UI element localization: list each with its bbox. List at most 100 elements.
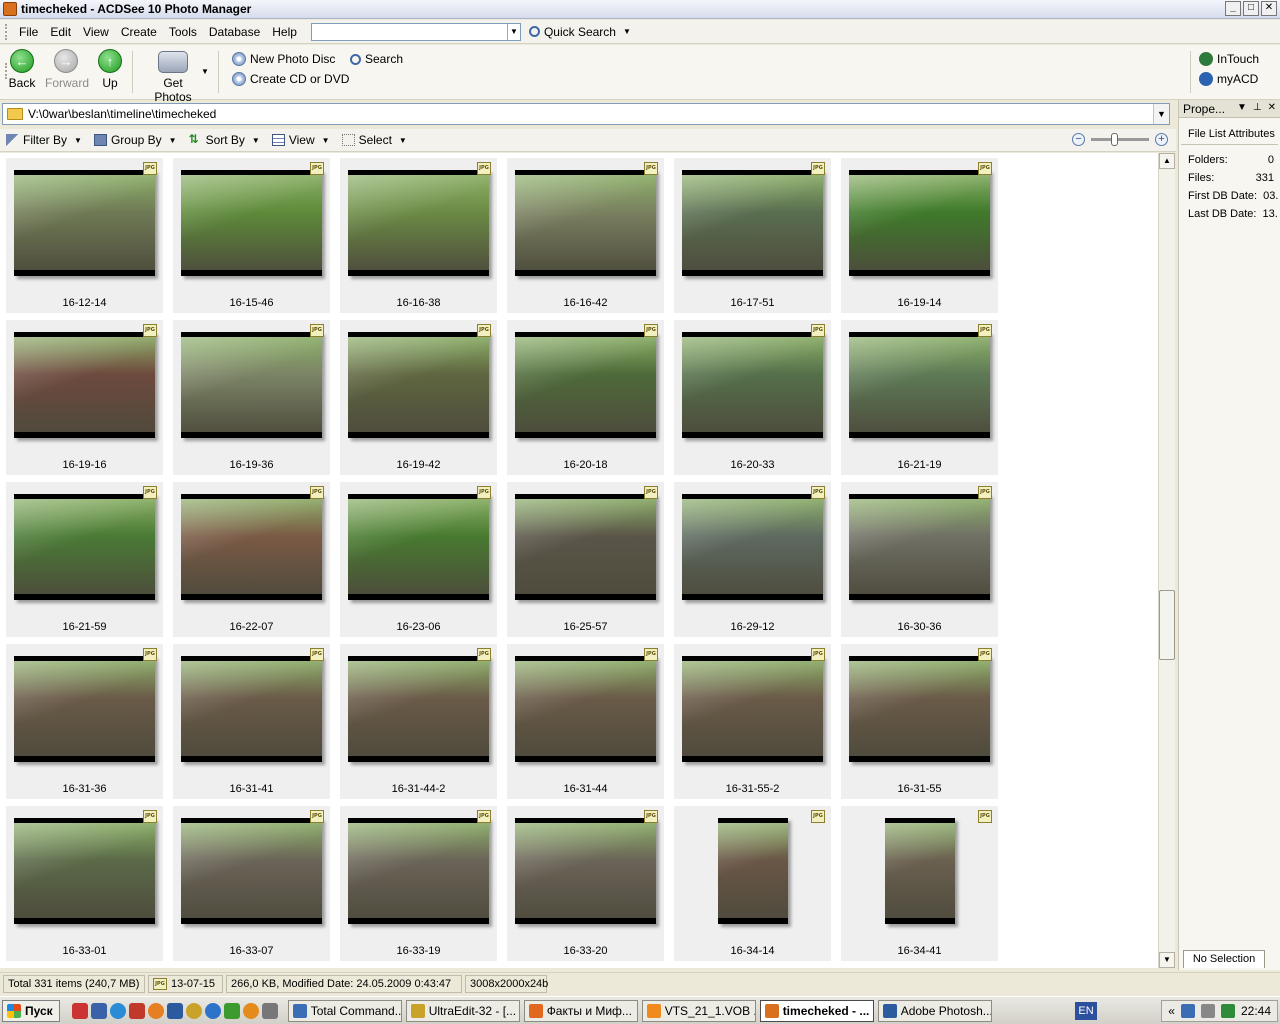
filter-by-button[interactable]: Filter By ▼: [0, 133, 88, 147]
quick-search-history-dropdown[interactable]: ▼: [506, 23, 520, 40]
new-photo-disc-button[interactable]: New Photo Disc: [232, 52, 335, 66]
tray-app-icon[interactable]: [1220, 1004, 1235, 1018]
thumbnail-item[interactable]: JPG 16-16-42: [507, 158, 664, 313]
quick-launch-icon[interactable]: [166, 1002, 183, 1019]
scroll-up-button[interactable]: ▲: [1159, 153, 1175, 169]
thumbnail-item[interactable]: JPG 16-25-57: [507, 482, 664, 637]
thumbnail-item[interactable]: JPG 16-31-55: [841, 644, 998, 799]
view-mode-button[interactable]: View ▼: [266, 133, 336, 147]
jpg-format-badge: JPG: [477, 648, 491, 661]
quick-launch-icon[interactable]: [261, 1002, 278, 1019]
menu-edit[interactable]: Edit: [44, 25, 77, 39]
taskbar-task-button[interactable]: Adobe Photosh...: [877, 999, 992, 1022]
sort-by-button[interactable]: ⇅ Sort By ▼: [183, 133, 266, 147]
menu-grip[interactable]: [5, 23, 8, 40]
thumbnail-item[interactable]: JPG 16-31-44-2: [340, 644, 497, 799]
file-list-scrollbar[interactable]: ▲ ▼: [1158, 153, 1175, 968]
scrollbar-thumb[interactable]: [1159, 590, 1175, 660]
quick-launch-icon[interactable]: [242, 1002, 259, 1019]
create-cd-dvd-button[interactable]: Create CD or DVD: [232, 72, 349, 86]
menu-help[interactable]: Help: [266, 25, 303, 39]
select-button[interactable]: Select ▼: [336, 133, 413, 147]
zoom-slider-track[interactable]: [1091, 133, 1149, 146]
taskbar-task-button[interactable]: VTS_21_1.VOB ...: [641, 999, 756, 1022]
thumbnail-item[interactable]: JPG 16-21-59: [6, 482, 163, 637]
thumbnail-item[interactable]: JPG 16-31-41: [173, 644, 330, 799]
myacd-button[interactable]: myACD: [1199, 72, 1258, 86]
thumbnail-item[interactable]: JPG 16-30-36: [841, 482, 998, 637]
up-button[interactable]: ↑ Up: [97, 49, 123, 90]
intouch-button[interactable]: InTouch: [1199, 52, 1259, 66]
quick-launch-icon[interactable]: [128, 1002, 145, 1019]
thumbnail-item[interactable]: JPG 16-21-19: [841, 320, 998, 475]
menu-view[interactable]: View: [77, 25, 115, 39]
zoom-out-button[interactable]: −: [1072, 133, 1085, 146]
language-indicator[interactable]: EN: [1075, 1002, 1097, 1020]
thumbnail-item[interactable]: JPG 16-20-18: [507, 320, 664, 475]
taskbar-task-button[interactable]: Total Command...: [287, 999, 402, 1022]
thumbnail-item[interactable]: JPG 16-33-01: [6, 806, 163, 961]
scroll-down-button[interactable]: ▼: [1159, 952, 1175, 968]
taskbar-task-button[interactable]: UltraEdit-32 - [...: [405, 999, 520, 1022]
thumbnail-item[interactable]: JPG 16-33-19: [340, 806, 497, 961]
pin-icon[interactable]: ⊥: [1253, 102, 1262, 113]
thumbnail-item[interactable]: JPG 16-20-33: [674, 320, 831, 475]
thumbnail-item[interactable]: JPG 16-19-14: [841, 158, 998, 313]
taskbar-task-button[interactable]: Факты и Миф...: [523, 999, 638, 1022]
back-button[interactable]: ← Back: [8, 49, 36, 90]
thumbnail-item[interactable]: JPG 16-34-14: [674, 806, 831, 961]
quick-search-button[interactable]: Quick Search ▼: [528, 25, 631, 39]
acdsee-app-icon[interactable]: [3, 2, 17, 16]
taskbar-task-button[interactable]: timecheked - ...: [759, 999, 874, 1022]
quick-launch-icon[interactable]: [204, 1002, 221, 1019]
thumbnail-item[interactable]: JPG 16-31-55-2: [674, 644, 831, 799]
thumbnail-item[interactable]: JPG 16-33-20: [507, 806, 664, 961]
tray-app-icon[interactable]: [1200, 1004, 1215, 1018]
quick-launch-icon[interactable]: [147, 1002, 164, 1019]
tray-expand-icon[interactable]: «: [1168, 1004, 1175, 1018]
group-by-button[interactable]: Group By ▼: [88, 133, 183, 147]
start-button[interactable]: Пуск: [2, 999, 60, 1022]
zoom-slider-handle[interactable]: [1111, 133, 1118, 146]
menu-file[interactable]: File: [13, 25, 44, 39]
forward-button[interactable]: → Forward: [45, 49, 89, 90]
close-icon[interactable]: ✕: [1268, 102, 1276, 113]
get-photos-dropdown[interactable]: ▼: [201, 67, 209, 76]
thumbnail-item[interactable]: JPG 16-23-06: [340, 482, 497, 637]
pane-menu-button[interactable]: ▼: [1237, 102, 1247, 113]
maximize-button[interactable]: □: [1243, 1, 1259, 16]
thumbnail-item[interactable]: JPG 16-16-38: [340, 158, 497, 313]
quick-launch-icon[interactable]: [90, 1002, 107, 1019]
menu-tools[interactable]: Tools: [163, 25, 203, 39]
address-bar[interactable]: V:\0war\beslan\timeline\timecheked ▼: [2, 103, 1170, 125]
thumbnail-item[interactable]: JPG 16-19-36: [173, 320, 330, 475]
quick-search-input[interactable]: ▼: [310, 22, 521, 41]
tray-clock[interactable]: 22:44: [1241, 1004, 1271, 1018]
no-selection-tab[interactable]: No Selection: [1183, 950, 1265, 968]
thumbnail-item[interactable]: JPG 16-19-16: [6, 320, 163, 475]
thumbnail-item[interactable]: JPG 16-19-42: [340, 320, 497, 475]
close-button[interactable]: ✕: [1261, 1, 1277, 16]
thumbnail-item[interactable]: JPG 16-31-36: [6, 644, 163, 799]
search-button[interactable]: Search: [350, 52, 403, 66]
minimize-button[interactable]: _: [1225, 1, 1241, 16]
network-icon[interactable]: [1180, 1004, 1195, 1018]
quick-launch-icon[interactable]: [223, 1002, 240, 1019]
get-photos-button[interactable]: Get Photos: [144, 49, 202, 104]
menu-database[interactable]: Database: [203, 25, 266, 39]
thumbnail-item[interactable]: JPG 16-15-46: [173, 158, 330, 313]
thumbnail-item[interactable]: JPG 16-33-07: [173, 806, 330, 961]
address-dropdown[interactable]: ▼: [1153, 104, 1169, 124]
thumbnail-item[interactable]: JPG 16-34-41: [841, 806, 998, 961]
thumbnail-item[interactable]: JPG 16-22-07: [173, 482, 330, 637]
thumbnail-item[interactable]: JPG 16-29-12: [674, 482, 831, 637]
menu-create[interactable]: Create: [115, 25, 163, 39]
thumbnail-item[interactable]: JPG 16-12-14: [6, 158, 163, 313]
file-list-pane[interactable]: JPG 16-12-14 JPG 16-15-46 JPG 16-16-38 JPG 16-1…: [0, 153, 1158, 968]
quick-launch-icon[interactable]: [109, 1002, 126, 1019]
zoom-in-button[interactable]: +: [1155, 133, 1168, 146]
quick-launch-icon[interactable]: [185, 1002, 202, 1019]
thumbnail-item[interactable]: JPG 16-17-51: [674, 158, 831, 313]
quick-launch-icon[interactable]: [71, 1002, 88, 1019]
thumbnail-item[interactable]: JPG 16-31-44: [507, 644, 664, 799]
